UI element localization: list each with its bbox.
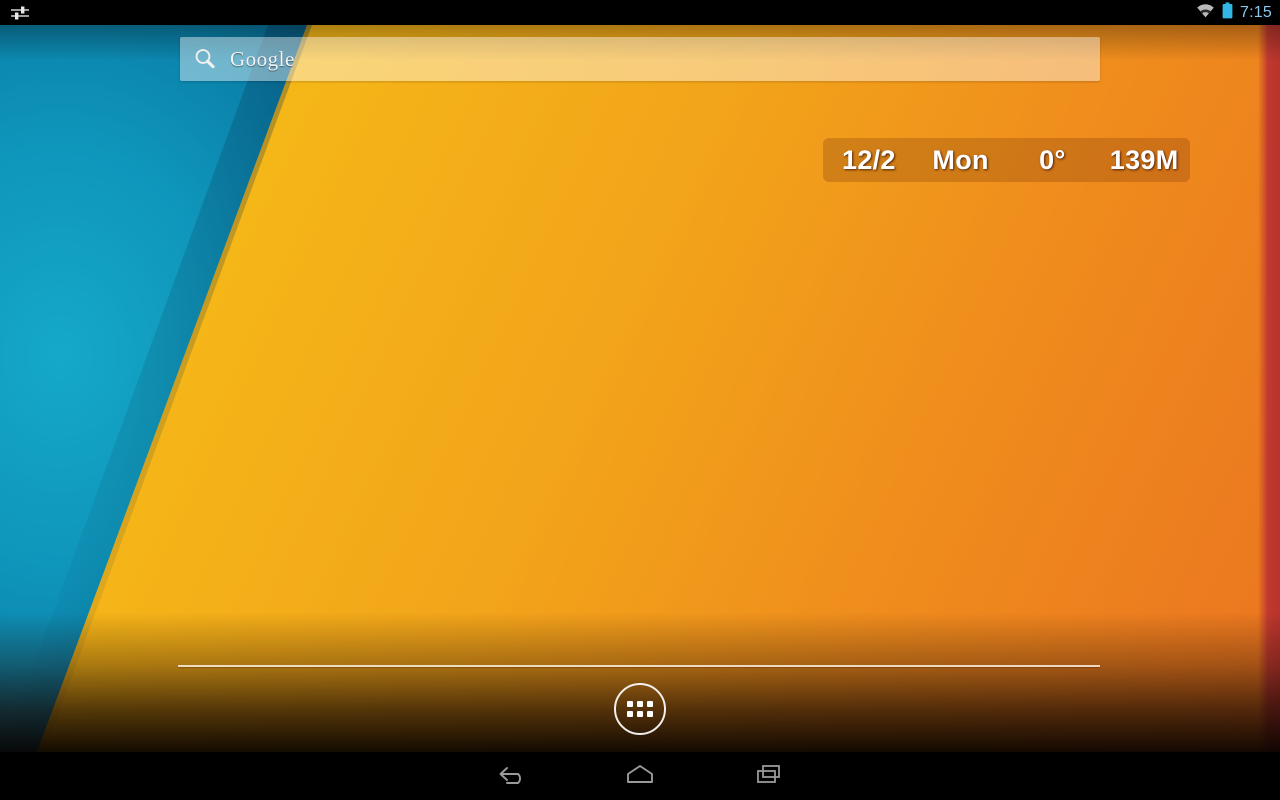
widget-memory: 139M xyxy=(1109,144,1179,175)
equalizer-sliders-icon[interactable] xyxy=(9,4,31,22)
status-bar: 7:15 xyxy=(0,0,1280,25)
home-icon xyxy=(621,761,659,792)
wallpaper[interactable] xyxy=(0,25,1280,752)
app-drawer-button[interactable] xyxy=(614,683,666,735)
nav-back-button[interactable] xyxy=(467,752,557,800)
android-home-screen: 7:15 Google 12/2 Mon 0° 139M xyxy=(0,0,1280,800)
status-bar-clock: 7:15 xyxy=(1240,3,1272,21)
navigation-bar xyxy=(0,752,1280,800)
date-weather-memory-widget[interactable]: 12/2 Mon 0° 139M xyxy=(823,138,1190,182)
apps-grid-icon xyxy=(627,701,653,717)
widget-day: Mon xyxy=(932,144,989,175)
dock-divider xyxy=(178,665,1100,667)
nav-home-button[interactable] xyxy=(595,752,685,800)
battery-icon xyxy=(1222,1,1233,24)
google-search-label: Google xyxy=(230,46,295,71)
nav-recent-apps-button[interactable] xyxy=(724,752,814,800)
back-arrow-icon xyxy=(493,761,531,792)
google-search-bar[interactable]: Google xyxy=(180,37,1100,81)
status-bar-right-cluster: 7:15 xyxy=(1196,0,1274,25)
wifi-icon xyxy=(1196,3,1215,23)
widget-temp: 0° xyxy=(1039,144,1066,175)
recent-apps-icon xyxy=(750,761,788,792)
search-icon[interactable] xyxy=(182,47,228,71)
widget-date: 12/2 xyxy=(842,144,896,175)
